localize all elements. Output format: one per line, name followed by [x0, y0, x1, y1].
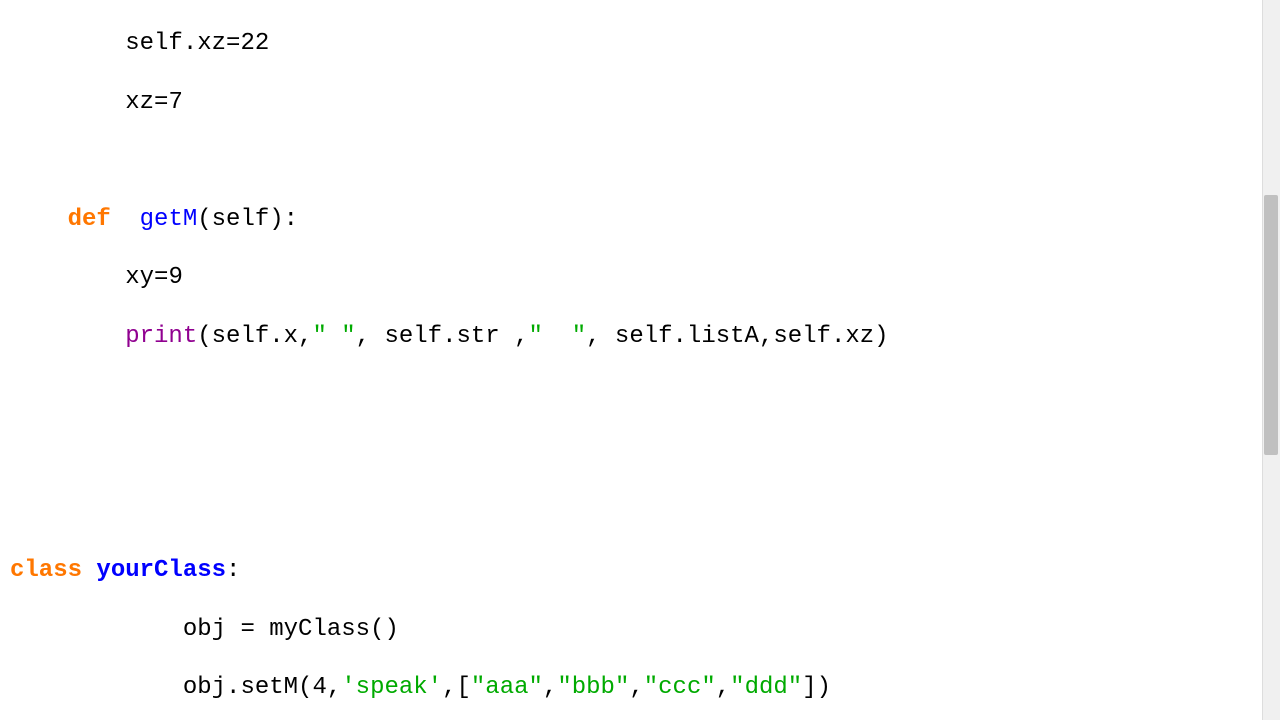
code-line [10, 498, 1250, 527]
code-line: xy=9 [10, 263, 1250, 292]
code-line: obj = myClass() [10, 615, 1250, 644]
code-line: class yourClass: [10, 556, 1250, 585]
code-editor[interactable]: self.xz=22 xz=7 def getM(self): xy=9 pri… [0, 0, 1260, 720]
vertical-scrollbar[interactable] [1262, 0, 1280, 720]
code-line: xz=7 [10, 88, 1250, 117]
code-line: self.xz=22 [10, 29, 1250, 58]
scrollbar-thumb[interactable] [1264, 195, 1278, 455]
code-line [10, 146, 1250, 175]
code-line: print(self.x," ", self.str ," ", self.li… [10, 322, 1250, 351]
code-line: def getM(self): [10, 205, 1250, 234]
code-line: obj.setM(4,'speak',["aaa","bbb","ccc","d… [10, 673, 1250, 702]
code-line [10, 439, 1250, 468]
code-line [10, 380, 1250, 409]
